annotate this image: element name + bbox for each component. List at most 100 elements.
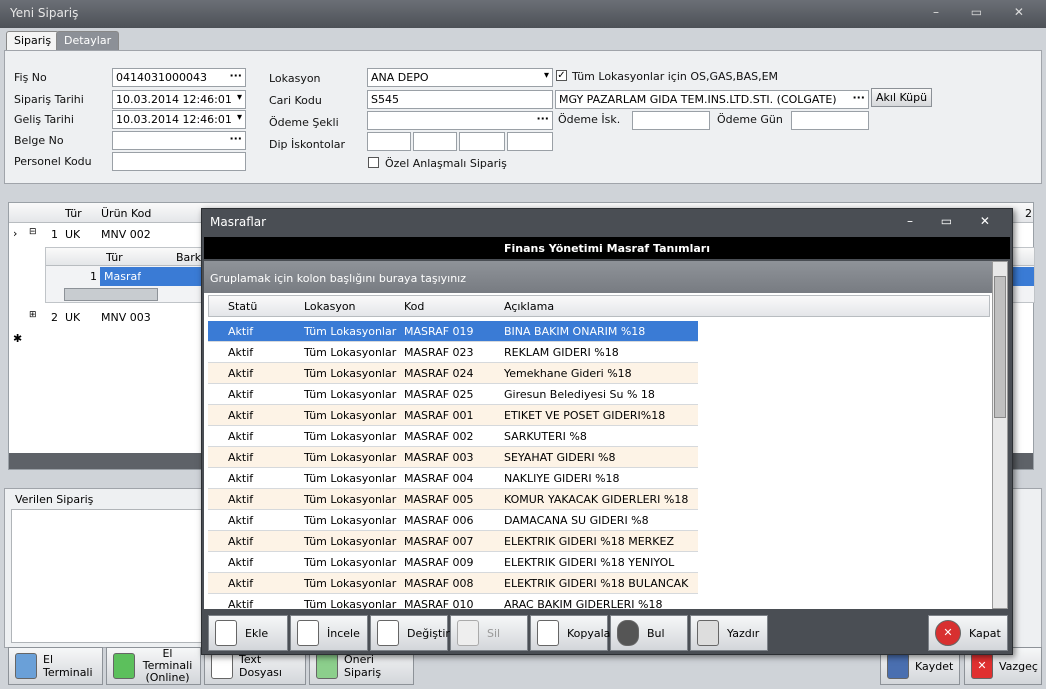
masraf-row[interactable]: Aktif Tüm Lokasyonlar MASRAF 003 SEYAHAT GI…	[208, 447, 698, 468]
masraf-row[interactable]: Aktif Tüm Lokasyonlar MASRAF 008 ELEKTRIK G…	[208, 573, 698, 594]
lokasyon-cell: Tüm Lokasyonlar	[304, 514, 397, 527]
lokasyon-field[interactable]: ANA DEPO	[367, 68, 553, 87]
masraf-row[interactable]: Aktif Tüm Lokasyonlar MASRAF 004 NAKLIYE GI…	[208, 468, 698, 489]
window-title: Yeni Sipariş	[0, 0, 1046, 28]
scroll-thumb[interactable]	[994, 276, 1006, 418]
gelis-tarihi-field[interactable]: 10.03.2014 12:46:01	[112, 110, 246, 129]
ekle-button[interactable]: Ekle	[208, 615, 288, 651]
kod-cell: MASRAF 023	[404, 346, 474, 359]
fis-no-label: Fiş No	[14, 71, 47, 84]
col-aciklama[interactable]: Açıklama	[504, 300, 554, 313]
masraf-row[interactable]: Aktif Tüm Lokasyonlar MASRAF 010 ARAC BAKIM…	[208, 594, 698, 609]
lokasyon-cell: Tüm Lokasyonlar	[304, 472, 397, 485]
add-icon	[215, 620, 237, 646]
odeme-gun-field[interactable]	[791, 111, 869, 130]
sub-col-tur[interactable]: Tür	[106, 251, 123, 264]
statu-cell: Aktif	[228, 409, 254, 422]
masraf-row[interactable]: Aktif Tüm Lokasyonlar MASRAF 019 BINA BAKIM…	[208, 321, 698, 342]
masraf-row[interactable]: Aktif Tüm Lokasyonlar MASRAF 024 Yemekhane …	[208, 363, 698, 384]
kod-cell: MASRAF 004	[404, 472, 474, 485]
aciklama-cell: DAMACANA SU GIDERI %8	[504, 514, 649, 527]
cari-kodu-field[interactable]: S545	[367, 90, 553, 109]
yazdir-button[interactable]: Yazdır	[690, 615, 768, 651]
aciklama-cell: ELEKTRIK GIDERI %18 MERKEZ	[504, 535, 675, 548]
el-terminali-online-button[interactable]: El Terminali (Online)	[106, 647, 201, 685]
tab-siparis[interactable]: Sipariş	[6, 31, 60, 50]
col-right: 2	[1025, 207, 1032, 220]
lokasyon-cell: Tüm Lokasyonlar	[304, 493, 397, 506]
statu-cell: Aktif	[228, 472, 254, 485]
dip-iskonto-1[interactable]	[367, 132, 411, 151]
masraf-row[interactable]: Aktif Tüm Lokasyonlar MASRAF 005 KOMUR YAKA…	[208, 489, 698, 510]
lokasyon-cell: Tüm Lokasyonlar	[304, 325, 397, 338]
lokasyon-cell: Tüm Lokasyonlar	[304, 346, 397, 359]
col-tur[interactable]: Tür	[65, 207, 82, 220]
new-row-icon[interactable]: ✱	[13, 332, 22, 345]
col-statu[interactable]: Statü	[228, 300, 257, 313]
aciklama-cell: KOMUR YAKACAK GIDERLERI %18	[504, 493, 689, 506]
dip-iskontolar-label: Dip İskontolar	[269, 138, 346, 151]
kopyala-button[interactable]: Kopyala	[530, 615, 610, 651]
odeme-isk-field[interactable]	[632, 111, 710, 130]
group-by-panel[interactable]: Gruplamak için kolon başlığını buraya ta…	[204, 261, 994, 295]
dip-iskonto-3[interactable]	[459, 132, 505, 151]
masraf-row[interactable]: Aktif Tüm Lokasyonlar MASRAF 002 SARKUTERI …	[208, 426, 698, 447]
col-kod[interactable]: Kod	[404, 300, 424, 313]
statu-cell: Aktif	[228, 493, 254, 506]
incele-button[interactable]: İncele	[290, 615, 368, 651]
row-tur: UK	[65, 228, 81, 241]
dialog-window-controls[interactable]: – ▭ ✕	[907, 214, 1002, 228]
row-kod: MNV 003	[101, 311, 151, 324]
kod-cell: MASRAF 024	[404, 367, 474, 380]
collapse-icon[interactable]: ⊟	[29, 227, 37, 237]
terminal-icon	[15, 653, 37, 679]
personel-kodu-field[interactable]	[112, 152, 246, 171]
sub-scrollbar[interactable]	[64, 288, 158, 301]
col-urun-kod[interactable]: Ürün Kod	[101, 207, 151, 220]
sil-button[interactable]: Sil	[450, 615, 528, 651]
dip-iskonto-2[interactable]	[413, 132, 457, 151]
odeme-sekli-field[interactable]	[367, 111, 553, 130]
kod-cell: MASRAF 009	[404, 556, 474, 569]
masraf-row[interactable]: Aktif Tüm Lokasyonlar MASRAF 009 ELEKTRIK G…	[208, 552, 698, 573]
suggestion-icon	[316, 653, 338, 679]
masraf-row[interactable]: Aktif Tüm Lokasyonlar MASRAF 006 DAMACANA S…	[208, 510, 698, 531]
sub-col-bark[interactable]: Bark	[176, 251, 201, 264]
edit-icon	[377, 620, 399, 646]
masraf-row[interactable]: Aktif Tüm Lokasyonlar MASRAF 001 ETIKET VE …	[208, 405, 698, 426]
tum-lokasyonlar-checkbox[interactable]: ✓	[556, 70, 567, 81]
degistir-button[interactable]: Değiştir	[370, 615, 450, 651]
odeme-isk-label: Ödeme İsk.	[558, 113, 621, 126]
inspect-icon	[297, 620, 319, 646]
verilen-siparis-list[interactable]	[11, 509, 211, 643]
masraf-row[interactable]: Aktif Tüm Lokasyonlar MASRAF 007 ELEKTRIK G…	[208, 531, 698, 552]
lokasyon-cell: Tüm Lokasyonlar	[304, 577, 397, 590]
akil-kupu-button[interactable]: Akıl Küpü	[871, 88, 933, 107]
belge-no-field[interactable]	[112, 131, 246, 150]
expand-icon[interactable]: ⊞	[29, 310, 37, 320]
lokasyon-cell: Tüm Lokasyonlar	[304, 367, 397, 380]
el-terminali-button[interactable]: El Terminali	[8, 647, 103, 685]
window-controls[interactable]: – ▭ ✕	[933, 5, 1038, 19]
fis-no-field[interactable]: 0414031000043	[112, 68, 246, 87]
masraf-row[interactable]: Aktif Tüm Lokasyonlar MASRAF 023 REKLAM GID…	[208, 342, 698, 363]
dialog-title: Masraflar	[210, 215, 267, 229]
siparis-tarihi-field[interactable]: 10.03.2014 12:46:01	[112, 90, 246, 109]
kod-cell: MASRAF 019	[404, 325, 474, 338]
aciklama-cell: REKLAM GIDERI %18	[504, 346, 619, 359]
cari-unvan-field[interactable]: MGY PAZARLAM GIDA TEM.INS.LTD.STI. (COLG…	[555, 90, 869, 109]
tab-detaylar[interactable]: Detaylar	[56, 31, 120, 50]
kod-cell: MASRAF 006	[404, 514, 474, 527]
ozel-anlasmali-label: Özel Anlaşmalı Sipariş	[385, 157, 507, 170]
bul-button[interactable]: Bul	[610, 615, 688, 651]
dip-iskonto-4[interactable]	[507, 132, 553, 151]
masraf-row[interactable]: Aktif Tüm Lokasyonlar MASRAF 025 Giresun Be…	[208, 384, 698, 405]
masraf-grid[interactable]: Statü Lokasyon Kod Açıklama Aktif Tüm Lok…	[204, 293, 994, 609]
ozel-anlasmali-checkbox[interactable]	[368, 157, 379, 168]
aciklama-cell: ARAC BAKIM GIDERLERI %18	[504, 598, 663, 609]
col-lokasyon[interactable]: Lokasyon	[304, 300, 356, 313]
aciklama-cell: SEYAHAT GIDERI %8	[504, 451, 616, 464]
dialog-scrollbar[interactable]	[992, 261, 1008, 609]
aciklama-cell: NAKLIYE GIDERI %18	[504, 472, 620, 485]
kapat-button[interactable]: ✕ Kapat	[928, 615, 1008, 651]
